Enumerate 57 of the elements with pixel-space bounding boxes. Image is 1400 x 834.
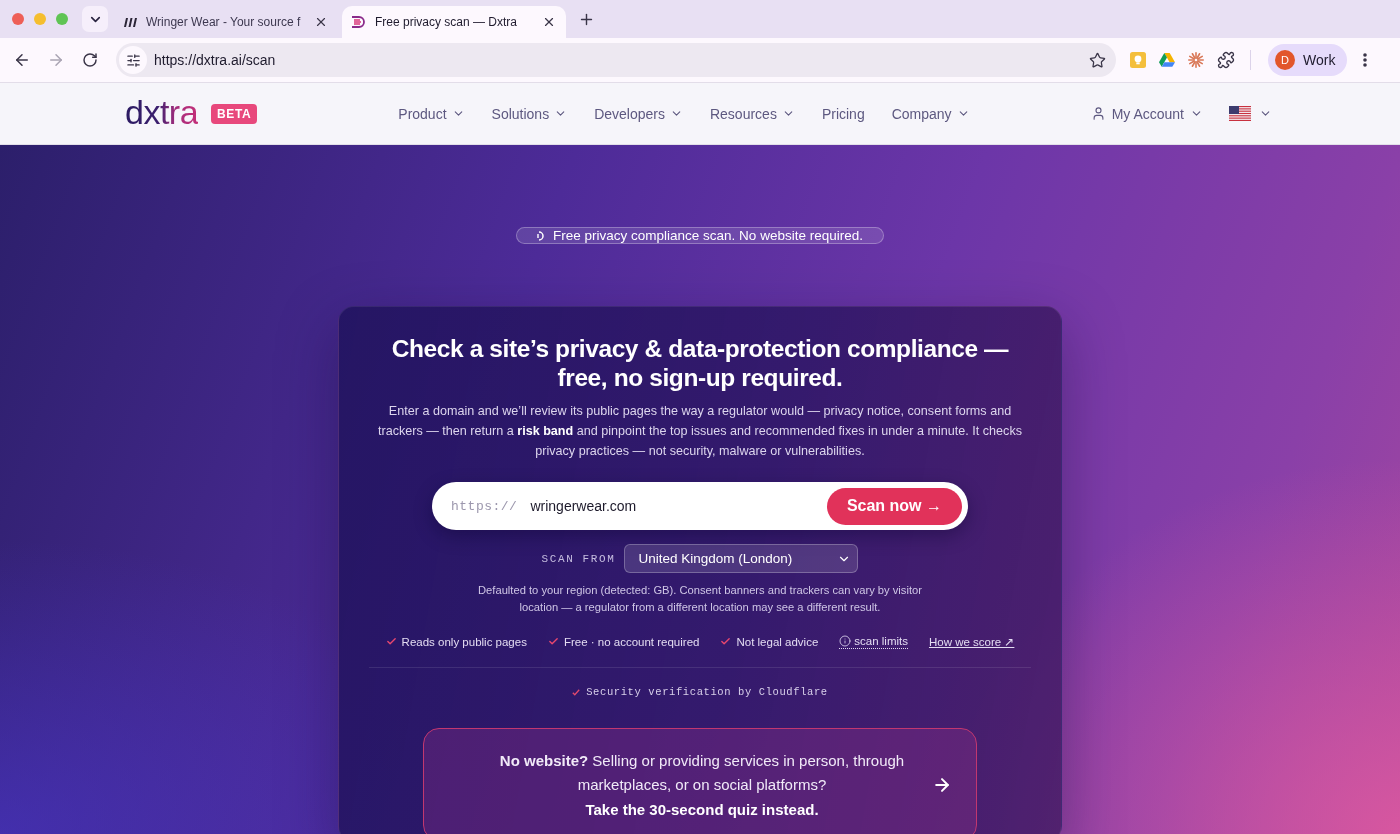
region-select[interactable]: United Kingdom (London) <box>624 544 859 573</box>
profile-button[interactable]: D Work <box>1268 44 1348 76</box>
scan-field[interactable]: https:// wringerwear.com Scan now → <box>432 482 968 530</box>
close-icon[interactable] <box>314 15 328 29</box>
nav-link[interactable]: Pricing <box>821 105 865 122</box>
stripes-icon <box>124 17 137 27</box>
window-close-button[interactable] <box>12 13 24 25</box>
puzzle-icon[interactable] <box>1217 51 1235 69</box>
address-bar[interactable]: https://dxtra.ai/scan <box>116 43 1116 77</box>
hero-badge-text: Free privacy compliance scan. No website required. <box>553 228 863 243</box>
scan-limits-link[interactable]: scan limits <box>839 634 908 649</box>
nav-link[interactable]: Resources <box>709 105 795 122</box>
browser-tab[interactable]: Wringer Wear - Your source f <box>114 6 338 38</box>
menu-dots-icon <box>1363 53 1368 67</box>
nav-link[interactable]: Developers <box>594 105 683 122</box>
check-icon <box>385 636 397 647</box>
user-icon <box>1090 106 1106 121</box>
quiz-cta: Take the 30-second quiz instead. <box>585 800 819 820</box>
reload-icon <box>82 52 98 68</box>
check-icon <box>572 688 581 696</box>
quiz-text: No website? Selling or providing services in person, through marketplaces, or on social platforms? <box>498 751 906 795</box>
verification-text: Security verification by Cloudflare <box>586 686 828 698</box>
lightbulb-icon <box>1130 52 1146 68</box>
region-note: Defaulted to your region (detected: GB). Consent banners and trackers can vary by visitor location — a regulator from a different location may see a different result. <box>477 583 923 615</box>
how-we-score-link[interactable]: How we score ↗ <box>928 634 1015 649</box>
url-prefix: https:// <box>451 498 518 514</box>
browser-tab[interactable]: Free privacy scan — Dxtra <box>342 6 566 38</box>
domain-input[interactable]: wringerwear.com <box>530 495 827 517</box>
check-icon <box>720 636 732 647</box>
assurance-text: Reads only public pages <box>401 635 527 648</box>
language-button[interactable] <box>1229 106 1272 121</box>
assurance-text: Free · no account required <box>563 635 700 648</box>
beta-badge: BETA <box>211 103 258 124</box>
quiz-card[interactable]: No website? Selling or providing services in person, through marketplaces, or on social platforms? Take the 30-second quiz instead. <box>423 728 977 834</box>
close-icon[interactable] <box>542 15 556 29</box>
nav-link[interactable]: Solutions <box>491 105 568 122</box>
flag-icon <box>1229 106 1251 121</box>
forward-arrow-icon <box>47 51 65 69</box>
scan-button[interactable]: Scan now → <box>826 487 962 525</box>
tab-list-button[interactable] <box>82 6 108 32</box>
nav-link[interactable]: Company <box>891 105 970 122</box>
assurance-text: Not legal advice <box>736 635 819 648</box>
info-icon <box>839 635 852 647</box>
striped-d-icon <box>352 16 366 28</box>
account-link[interactable]: My Account <box>1090 105 1203 122</box>
url-text: https://dxtra.ai/scan <box>154 52 277 68</box>
starburst-icon <box>1188 52 1204 68</box>
scan-from-label: SCAN FROM <box>541 552 616 565</box>
site-settings-icon[interactable] <box>119 46 147 74</box>
check-icon <box>547 636 559 647</box>
spinner-icon <box>537 230 545 241</box>
bookmark-star-icon[interactable] <box>1089 51 1106 69</box>
nav-link[interactable]: Product <box>398 105 465 122</box>
profile-avatar: D <box>1275 50 1295 70</box>
card-title: Check a site’s privacy & data-protection compliance — free, no sign-up required. <box>390 334 1010 392</box>
triangle-icon <box>1159 53 1175 67</box>
card-intro: Enter a domain and we’ll review its public pages the way a regulator would — privacy notice, consent forms and trackers — then return a risk band and pinpoint the top issues and recommended fixes in under a minute. It checks privacy practices — not security, malware or vulnerabilities. <box>376 403 1023 460</box>
